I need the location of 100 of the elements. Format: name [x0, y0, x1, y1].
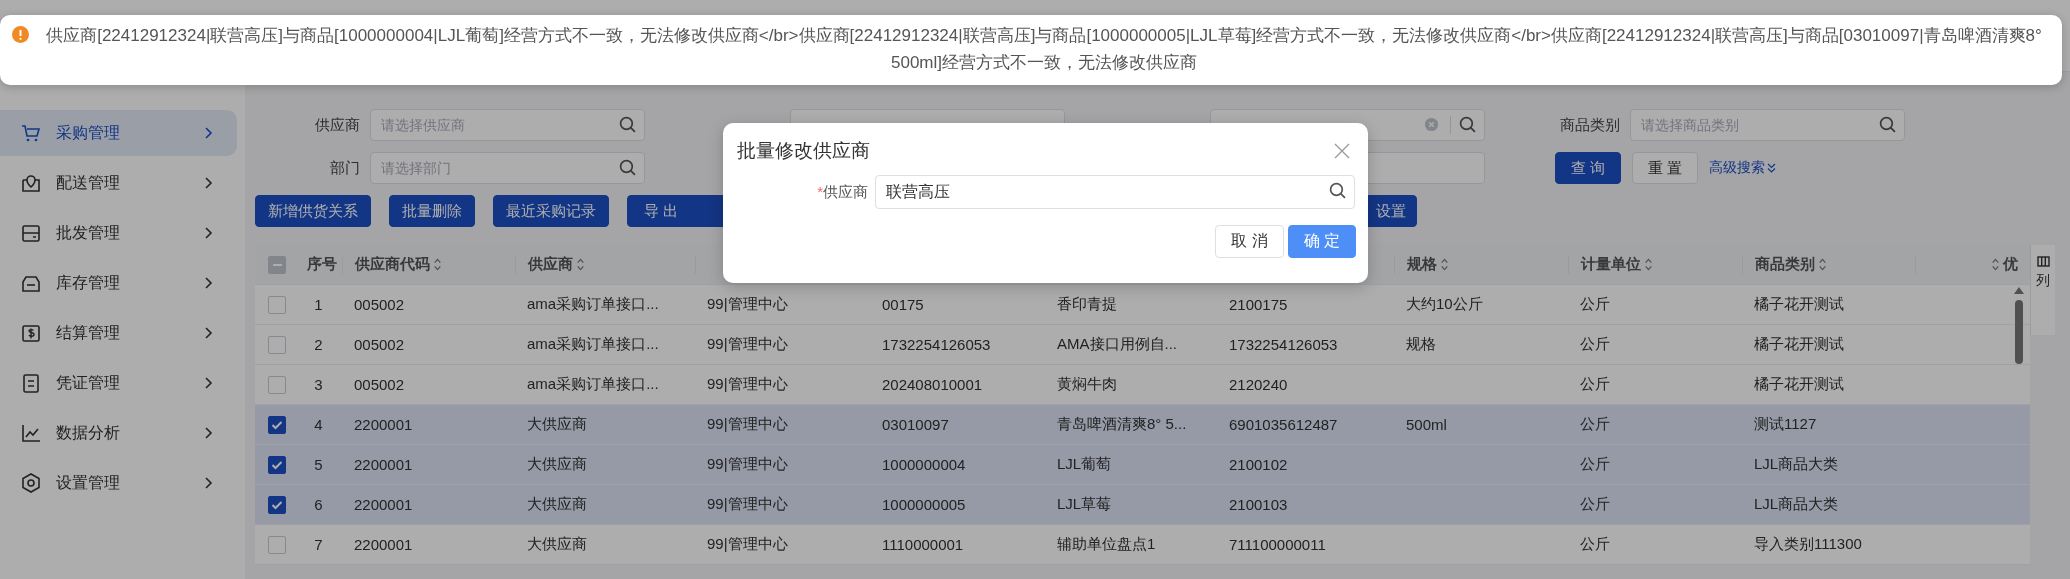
table-cell: 2200001: [354, 456, 413, 473]
table-cell: 大供应商: [527, 535, 587, 554]
table-cell: 1732254126053: [1229, 336, 1338, 353]
toolbar-button[interactable]: 批量删除: [389, 195, 475, 227]
table-cell: 005002: [354, 336, 405, 353]
search-icon: [1879, 116, 1896, 133]
column-header[interactable]: 商品类别: [1755, 255, 1815, 274]
sort-icon: [1644, 257, 1653, 272]
table-cell: 导入类别111300: [1754, 535, 1862, 554]
column-header[interactable]: 供应商: [528, 255, 573, 274]
table-cell: AMA接口用例自...: [1057, 335, 1177, 354]
sidebar-item[interactable]: 采购管理: [0, 110, 237, 156]
table-cell: 辅助单位盘点1: [1057, 535, 1156, 554]
close-icon[interactable]: [1334, 143, 1350, 159]
confirm-button[interactable]: 确 定: [1287, 225, 1356, 258]
table-cell: 711100000011: [1229, 536, 1326, 553]
table-cell: 99|管理中心: [707, 535, 788, 554]
table-cell: 大供应商: [527, 495, 587, 514]
column-header[interactable]: 计量单位: [1581, 255, 1641, 274]
table-cell: ama采购订单接口...: [527, 295, 659, 314]
package-icon: [20, 172, 42, 194]
table-cell: LJL商品大类: [1754, 455, 1839, 474]
table-cell: 2200001: [354, 536, 413, 553]
table-cell: 大供应商: [527, 455, 587, 474]
scroll-up-icon: [2014, 287, 2024, 294]
table-cell: 大供应商: [527, 415, 587, 434]
tray-icon: [20, 222, 42, 244]
table-cell: 99|管理中心: [707, 415, 788, 434]
supplier-field[interactable]: 联营高压: [875, 175, 1355, 209]
reset-button[interactable]: 重 置: [1632, 152, 1699, 184]
table-cell: 7: [314, 536, 323, 553]
field-label: 部门: [329, 158, 360, 178]
query-button[interactable]: 查 询: [1555, 152, 1622, 184]
table-cell: 橘子花开测试: [1754, 295, 1844, 314]
table-cell: 2: [314, 336, 323, 353]
sort-icon: [1440, 257, 1449, 272]
column-settings-label: 列: [2036, 272, 2050, 290]
search-icon: [1329, 182, 1346, 199]
column-settings[interactable]: 列: [2030, 245, 2055, 335]
column-header[interactable]: 优: [2003, 255, 2018, 274]
table-cell: 公斤: [1580, 455, 1610, 474]
cancel-button[interactable]: 取 消: [1215, 225, 1284, 258]
table-row[interactable]: 7 2200001 大供应商 99|管理中心 1110000001 辅助单位盘点1 711100000011 公斤 导入类别111300: [255, 525, 2030, 565]
table-cell: 2200001: [354, 496, 413, 513]
table-cell: 500ml: [1406, 416, 1447, 433]
column-header[interactable]: 规格: [1407, 255, 1437, 274]
table-cell: 2200001: [354, 416, 413, 433]
advanced-search-link[interactable]: 高级搜索: [1709, 159, 1777, 177]
warning-icon: [12, 26, 29, 43]
field-label: 商品类别: [1559, 115, 1620, 135]
table-cell: 测试1127: [1754, 415, 1817, 434]
table-cell: 99|管理中心: [707, 375, 788, 394]
sort-icon: [576, 257, 585, 272]
toolbar-button[interactable]: 最近采购记录: [493, 195, 609, 227]
columns-icon: [2036, 255, 2050, 268]
table-row[interactable]: 5 2200001 大供应商 99|管理中心 1000000004 LJL葡萄 2100102 公斤 LJL商品大类: [255, 445, 2030, 485]
table-cell: 公斤: [1580, 495, 1610, 514]
table-cell: 1000000004: [882, 456, 966, 473]
scrollbar-thumb[interactable]: [2015, 300, 2023, 364]
sidebar-item[interactable]: 数据分析: [0, 410, 237, 456]
field-label: 供应商: [314, 115, 360, 135]
document-icon: [20, 372, 42, 394]
table-cell: 公斤: [1580, 375, 1610, 394]
table-cell: 2100175: [1229, 296, 1288, 313]
table-cell: 公斤: [1580, 535, 1610, 554]
dollar-icon: [20, 322, 42, 344]
table-cell: 2120240: [1229, 376, 1288, 393]
table-cell: LJL草莓: [1057, 495, 1112, 514]
checkbox[interactable]: [268, 455, 286, 474]
table-cell: 1000000005: [882, 496, 966, 513]
checkbox[interactable]: [268, 415, 286, 434]
sidebar-item[interactable]: 凭证管理: [0, 360, 237, 406]
table-cell: 6901035612487: [1229, 416, 1338, 433]
sidebar-item[interactable]: 结算管理: [0, 310, 237, 356]
checkbox[interactable]: [268, 255, 286, 274]
line-chart-icon: [20, 422, 42, 444]
table-cell: ama采购订单接口...: [527, 375, 659, 394]
table-cell: 黄焖牛肉: [1057, 375, 1117, 394]
column-header[interactable]: 序号: [307, 255, 337, 274]
table-cell: 香印青提: [1057, 295, 1117, 314]
table-cell: 1110000001: [882, 536, 964, 553]
toast-message: 供应商[22412912324|联营高压]与商品[1000000004|LJL葡萄]经营方式不一致，无法修改供应商</br>供应商[22412912324|联营高压]与商品[1000000005|LJL草莓]经营方式不一致，无法修改供应商</br>供应商[22412912324|联营高压]与商品[03010097|青岛啤酒清爽8° 500ml]经营方式不一致，无法修改供应商: [45, 25, 2043, 74]
column-header[interactable]: 供应商代码: [355, 255, 430, 274]
sidebar-item[interactable]: 批发管理: [0, 210, 237, 256]
minus-icon: [272, 263, 282, 266]
table-cell: 规格: [1406, 335, 1436, 354]
search-icon: [1459, 116, 1476, 133]
table-row[interactable]: 6 2200001 大供应商 99|管理中心 1000000005 LJL草莓 2100103 公斤 LJL商品大类: [255, 485, 2030, 525]
toolbar-button[interactable]: 新增供货关系: [255, 195, 371, 227]
sidebar-item[interactable]: 设置管理: [0, 460, 237, 506]
table-cell: 6: [314, 496, 323, 513]
settings-icon: [20, 472, 42, 494]
table-cell: 1732254126053: [882, 336, 991, 353]
sidebar-item[interactable]: 库存管理: [0, 260, 237, 306]
sort-icon: [433, 257, 442, 272]
sidebar-item[interactable]: 配送管理: [0, 160, 237, 206]
field-label: 供应商: [823, 182, 868, 200]
table-row[interactable]: 4 2200001 大供应商 99|管理中心 03010097 青岛啤酒清爽8° 5... 6901035612487 500ml 公斤 测试1127: [255, 405, 2030, 445]
checkbox[interactable]: [268, 495, 286, 514]
table-cell: 005002: [354, 296, 405, 313]
